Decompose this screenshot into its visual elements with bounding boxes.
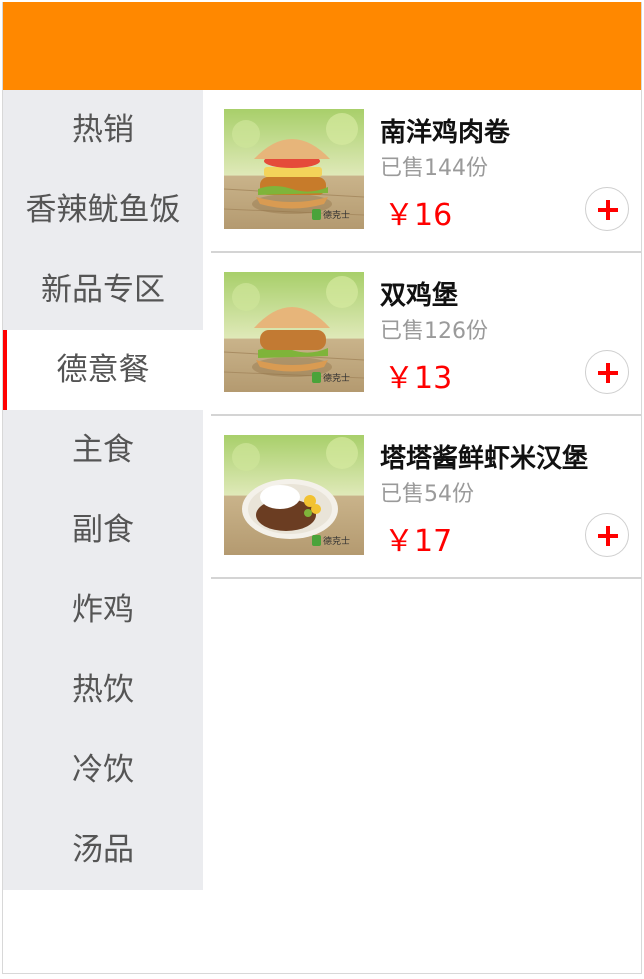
sidebar-item-soup[interactable]: 汤品 (3, 810, 203, 890)
brand-mark: 德克士 (323, 535, 350, 547)
add-to-cart-button[interactable] (585, 513, 629, 557)
product-price: ￥16 (384, 198, 453, 233)
plus-circle-icon (598, 200, 618, 220)
sidebar-item-hot[interactable]: 热销 (3, 90, 203, 170)
product-item[interactable]: 德克士 塔塔酱鲜虾米汉堡 已售54份 ￥17 (211, 416, 641, 579)
sidebar-item-deyi-meal[interactable]: 德意餐 (3, 330, 203, 410)
category-sidebar: 热销 香辣鱿鱼饭 新品专区 德意餐 主食 副食 炸鸡 热饮 冷饮 汤品 (3, 90, 203, 890)
product-name: 双鸡堡 (380, 281, 459, 311)
product-image[interactable]: 德克士 (224, 435, 364, 555)
product-image[interactable]: 德克士 (224, 109, 364, 229)
sidebar-item-new-products[interactable]: 新品专区 (3, 250, 203, 330)
sidebar-item-side-food[interactable]: 副食 (3, 490, 203, 570)
top-header-bar (3, 2, 641, 90)
plus-circle-icon (598, 363, 618, 383)
add-to-cart-button[interactable] (585, 187, 629, 231)
product-item[interactable]: 德克士 双鸡堡 已售126份 ￥13 (211, 253, 641, 416)
plus-circle-icon (598, 526, 618, 546)
sold-count: 已售126份 (380, 319, 488, 344)
product-price: ￥13 (384, 361, 453, 396)
product-name: 塔塔酱鲜虾米汉堡 (380, 444, 589, 474)
product-name: 南洋鸡肉卷 (380, 118, 511, 148)
sidebar-item-spicy-squid-rice[interactable]: 香辣鱿鱼饭 (3, 170, 203, 250)
product-item[interactable]: 德克士 南洋鸡肉卷 已售144份 ￥16 (211, 90, 641, 253)
sold-count: 已售54份 (380, 482, 474, 507)
sidebar-item-main-food[interactable]: 主食 (3, 410, 203, 490)
brand-mark: 德克士 (323, 209, 350, 221)
product-price: ￥17 (384, 524, 453, 559)
brand-mark: 德克士 (323, 372, 350, 384)
product-list: 德克士 南洋鸡肉卷 已售144份 ￥16 德克士 双鸡堡 已售126份 ￥13 … (211, 90, 641, 579)
sidebar-item-hot-drinks[interactable]: 热饮 (3, 650, 203, 730)
product-image[interactable]: 德克士 (224, 272, 364, 392)
add-to-cart-button[interactable] (585, 350, 629, 394)
sold-count: 已售144份 (380, 156, 488, 181)
sidebar-item-cold-drinks[interactable]: 冷饮 (3, 730, 203, 810)
app-frame: 热销 香辣鱿鱼饭 新品专区 德意餐 主食 副食 炸鸡 热饮 冷饮 汤品 德克士 … (2, 2, 642, 974)
sidebar-item-fried-chicken[interactable]: 炸鸡 (3, 570, 203, 650)
